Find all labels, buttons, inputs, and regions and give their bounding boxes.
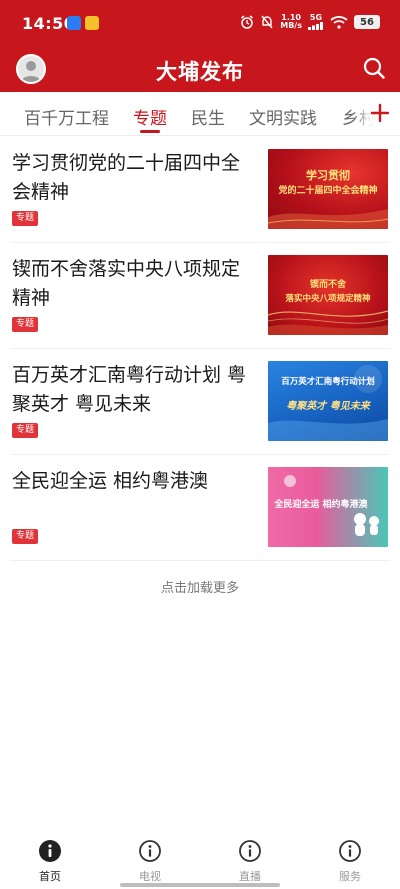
nav-service[interactable]: 服务: [320, 839, 380, 884]
app-header: 14:50 1.10 MB/s 5G 56 大埔发布: [0, 0, 400, 92]
topic-badge: 专题: [12, 317, 39, 332]
status-bar: 14:50 1.10 MB/s 5G 56: [0, 0, 400, 46]
mute-bell-icon: [261, 15, 273, 29]
net-speed: 1.10 MB/s: [280, 14, 302, 30]
thumb-caption-line-1: 学习贯彻: [306, 169, 350, 182]
article-list: 学习贯彻党的二十届四中全会精神 专题 学习贯彻 党的二十届四中全会精神 锲而不舍…: [0, 137, 400, 561]
article-title: 百万英才汇南粤行动计划 粤聚英才 粤见未来: [12, 364, 247, 415]
nav-home-label: 首页: [39, 870, 61, 883]
article-title: 锲而不舍落实中央八项规定精神: [12, 258, 241, 309]
page-title: 大埔发布: [156, 60, 244, 84]
thumb-caption-line-1: 锲而不舍: [309, 280, 346, 290]
tab-minsheng[interactable]: 民生: [191, 104, 225, 129]
list-item[interactable]: 锲而不舍落实中央八项规定精神 专题 锲而不舍 落实中央八项规定精神: [10, 243, 390, 349]
nav-home[interactable]: 首页: [20, 839, 80, 884]
info-icon: [239, 840, 261, 862]
wifi-icon: [330, 16, 348, 29]
info-icon: [39, 840, 61, 862]
nav-live[interactable]: 直播: [220, 839, 280, 884]
thumb-caption-line-1: 全民迎全运 相约粤港澳: [274, 500, 368, 510]
notification-app-icon: [67, 16, 81, 30]
tab-baiqianwan[interactable]: 百千万工程: [24, 104, 109, 129]
add-channel-icon[interactable]: [370, 103, 390, 123]
notification-app-icon-2: [85, 16, 99, 30]
nav-service-label: 服务: [339, 870, 361, 883]
net-speed-unit: MB/s: [280, 21, 302, 30]
topic-badge: 专题: [12, 529, 39, 544]
alarm-icon: [241, 15, 254, 29]
cell-signal: 5G: [308, 14, 324, 30]
battery-indicator: 56: [354, 15, 380, 29]
article-title: 全民迎全运 相约粤港澳: [12, 470, 209, 492]
tab-wenming[interactable]: 文明实践: [249, 104, 317, 129]
home-indicator[interactable]: [120, 883, 280, 887]
nav-tv-label: 电视: [139, 870, 161, 883]
nav-live-label: 直播: [239, 870, 261, 883]
article-title: 学习贯彻党的二十届四中全会精神: [12, 152, 241, 203]
battery-level: 56: [360, 16, 374, 28]
title-bar: 大埔发布: [0, 46, 400, 92]
info-icon: [139, 840, 161, 862]
info-icon: [339, 840, 361, 862]
nav-tv[interactable]: 电视: [120, 839, 180, 884]
tab-zhuanti[interactable]: 专题: [133, 104, 167, 129]
article-thumbnail: 百万英才汇南粤行动计划 粤聚英才 粤见未来: [268, 361, 388, 441]
thumb-caption-line-1: 百万英才汇南粤行动计划: [281, 377, 375, 387]
load-more-button[interactable]: 点击加载更多: [0, 577, 400, 596]
list-item[interactable]: 学习贯彻党的二十届四中全会精神 专题 学习贯彻 党的二十届四中全会精神: [10, 137, 390, 243]
signal-bars-icon: [308, 22, 323, 30]
network-type: 5G: [309, 13, 323, 22]
thumb-caption-line-2: 党的二十届四中全会精神: [278, 186, 378, 196]
active-tab-indicator: [140, 130, 160, 133]
channel-tabs: 百千万工程 专题 民生 文明实践 乡村: [0, 92, 400, 136]
status-indicators: 1.10 MB/s 5G 56: [240, 14, 380, 30]
list-item[interactable]: 百万英才汇南粤行动计划 粤聚英才 粤见未来 专题 百万英才汇南粤行动计划 粤聚英…: [10, 349, 390, 455]
topic-badge: 专题: [12, 423, 39, 438]
thumb-caption-line-2: 落实中央八项规定精神: [285, 294, 371, 304]
article-thumbnail: 学习贯彻 党的二十届四中全会精神: [268, 149, 388, 229]
search-icon[interactable]: [362, 56, 386, 80]
list-item[interactable]: 全民迎全运 相约粤港澳 专题 全民迎全运 相约粤港澳: [10, 455, 390, 561]
article-thumbnail: 锲而不舍 落实中央八项规定精神: [268, 255, 388, 335]
thumb-caption-line-2: 粤聚英才 粤见未来: [286, 401, 370, 412]
topic-badge: 专题: [12, 211, 39, 226]
article-thumbnail: 全民迎全运 相约粤港澳: [268, 467, 388, 547]
bottom-navigation: 首页 电视 直播 服务: [0, 829, 400, 889]
